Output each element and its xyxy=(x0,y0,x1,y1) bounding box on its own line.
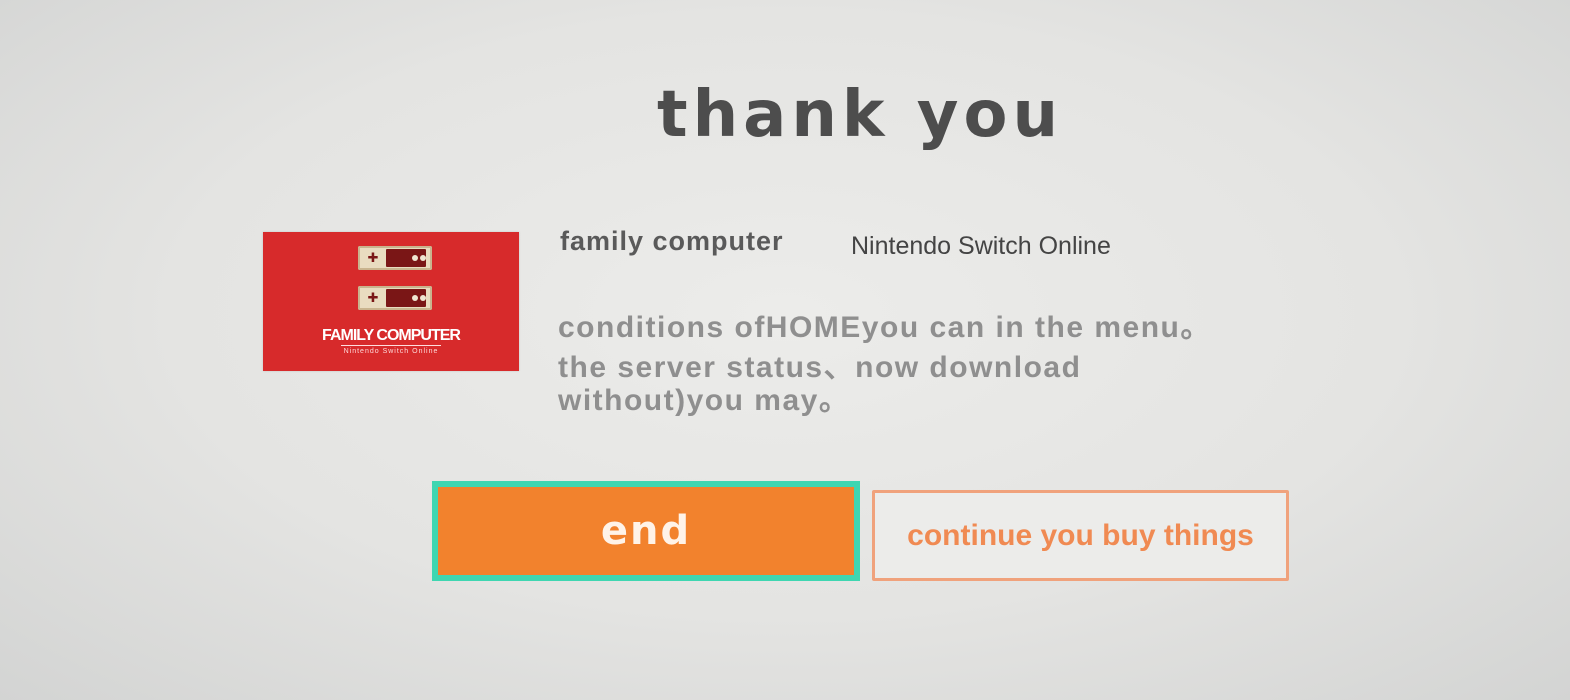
thumbnail-sub-text: Nintendo Switch Online xyxy=(343,348,439,355)
thumbnail-logo-text: FAMILY COMPUTER xyxy=(322,327,461,344)
product-subtitle: Nintendo Switch Online xyxy=(851,232,1111,260)
thumbnail-divider xyxy=(341,345,441,346)
product-thumbnail: ✚ ✚ FAMILY COMPUTER Nintendo Switch Onli… xyxy=(263,232,519,371)
continue-shopping-button[interactable]: continue you buy things xyxy=(872,490,1289,581)
page-title: thank you xyxy=(657,78,1063,152)
message-line-3: without)you may。 xyxy=(558,384,851,417)
product-name: family computer xyxy=(560,226,784,256)
controller-icon: ✚ xyxy=(358,246,432,270)
end-button[interactable]: end xyxy=(432,481,860,581)
controller-icon: ✚ xyxy=(358,286,432,310)
message-line-1: conditions ofHOMEyou can in the menu。 xyxy=(558,311,1212,344)
